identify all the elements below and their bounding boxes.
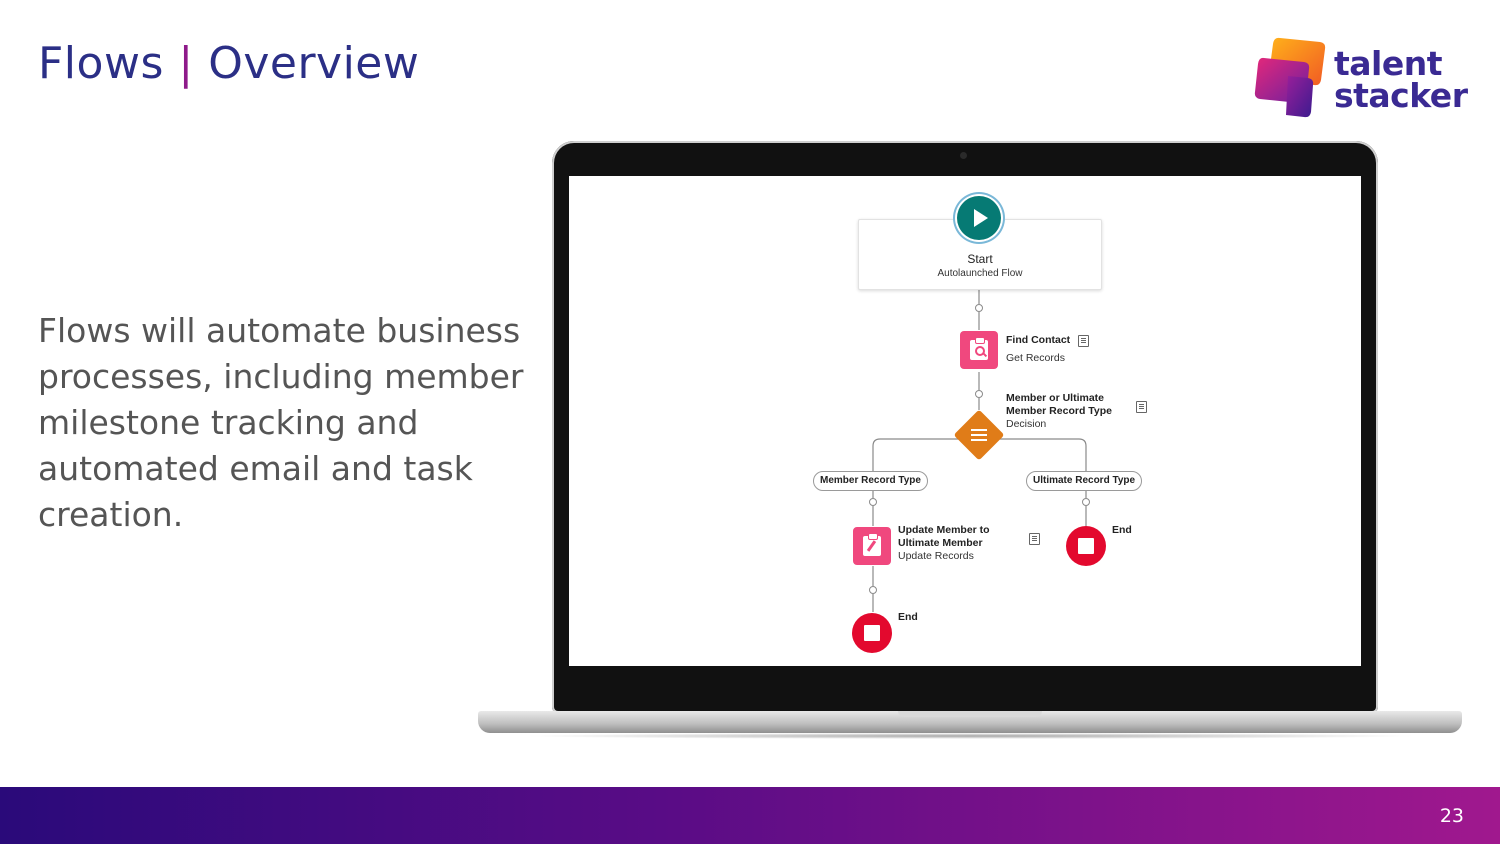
start-subtitle: Autolaunched Flow (937, 268, 1023, 279)
end-label-bottom: End (898, 611, 918, 623)
update-title-line1: Update Member to (898, 524, 990, 536)
end-label-right: End (1112, 524, 1132, 536)
talent-stacker-logo: talent stacker (1254, 36, 1469, 120)
start-title: Start (967, 252, 993, 266)
end-node-bottom[interactable] (852, 613, 892, 653)
laptop-lid: Start Autolaunched Flow Find Contact Get… (552, 141, 1378, 713)
branch-ultimate-record-type[interactable]: Ultimate Record Type (1026, 471, 1143, 491)
update-member-node[interactable] (853, 527, 891, 565)
description-icon[interactable] (1078, 335, 1089, 347)
slide-title: Flows | Overview (38, 38, 419, 89)
laptop-notch (898, 711, 1042, 717)
decision-type: Decision (1006, 418, 1047, 430)
footer-bar: 23 (0, 787, 1500, 844)
laptop-base (478, 711, 1462, 733)
end-node-right[interactable] (1066, 526, 1106, 566)
find-contact-title: Find Contact (1006, 334, 1071, 346)
camera-icon (960, 152, 967, 159)
play-icon[interactable] (957, 196, 1001, 240)
slide-body-text: Flows will automate business processes, … (38, 311, 524, 534)
title-flows: Flows (38, 38, 164, 89)
decision-description-icon[interactable] (1136, 401, 1147, 413)
update-title-line2: Ultimate Member (898, 537, 983, 549)
decision-title-line1: Member or Ultimate (1006, 392, 1105, 404)
page-number: 23 (1439, 805, 1464, 827)
clipboard-search-icon (970, 337, 988, 360)
laptop-shadow (520, 733, 1420, 739)
clipboard-edit-icon (863, 533, 881, 556)
logo-mark-icon (1254, 37, 1326, 118)
decision-signpost-icon (969, 425, 989, 445)
logo-text-stacker: stacker (1334, 76, 1468, 115)
update-description-icon[interactable] (1029, 533, 1040, 545)
decision-title-line2: Member Record Type (1006, 405, 1112, 417)
branch-member-record-type[interactable]: Member Record Type (813, 471, 928, 491)
update-type: Update Records (898, 550, 974, 562)
title-separator: | (178, 38, 194, 89)
find-contact-type: Get Records (1006, 352, 1065, 364)
find-contact-node[interactable] (960, 331, 998, 369)
title-overview: Overview (208, 38, 420, 89)
laptop-screen: Start Autolaunched Flow Find Contact Get… (569, 176, 1361, 666)
logo-wordmark: talent stacker (1334, 47, 1468, 115)
